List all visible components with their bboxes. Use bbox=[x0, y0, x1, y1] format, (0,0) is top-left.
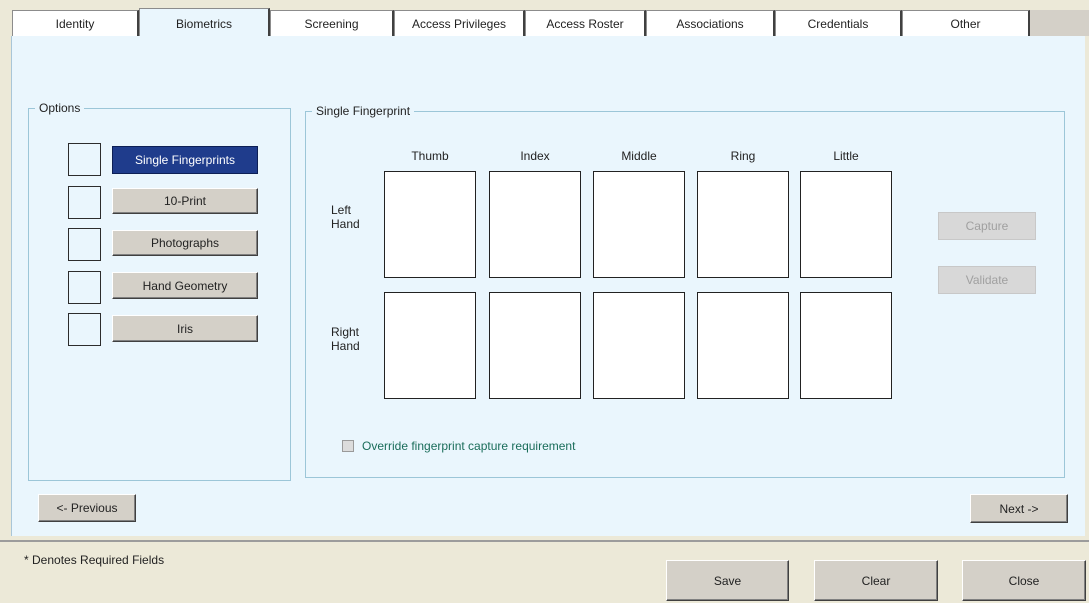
column-label-middle: Middle bbox=[621, 149, 657, 163]
tab-other[interactable]: Other bbox=[902, 10, 1030, 36]
column-label-ring: Ring bbox=[730, 149, 756, 163]
close-button[interactable]: Close bbox=[962, 560, 1086, 601]
override-checkbox[interactable] bbox=[342, 440, 354, 452]
tab-access-roster[interactable]: Access Roster bbox=[525, 10, 646, 36]
ten-print-button[interactable]: 10-Print bbox=[112, 188, 258, 214]
left-ring-fingerprint-box[interactable] bbox=[697, 171, 789, 278]
previous-button[interactable]: <- Previous bbox=[38, 494, 136, 522]
footer-divider bbox=[0, 540, 1089, 542]
tab-identity[interactable]: Identity bbox=[12, 10, 139, 36]
required-fields-note: * Denotes Required Fields bbox=[24, 553, 165, 567]
options-legend: Options bbox=[39, 101, 81, 115]
validate-button[interactable]: Validate bbox=[938, 266, 1036, 294]
column-label-thumb: Thumb bbox=[411, 149, 449, 163]
row-label-left-hand: Left Hand bbox=[331, 203, 360, 231]
left-middle-fingerprint-box[interactable] bbox=[593, 171, 685, 278]
option-status-box bbox=[68, 186, 101, 219]
single-fingerprints-button[interactable]: Single Fingerprints bbox=[112, 146, 258, 174]
tab-biometrics[interactable]: Biometrics bbox=[139, 8, 270, 38]
right-little-fingerprint-box[interactable] bbox=[800, 292, 892, 399]
column-label-index: Index bbox=[520, 149, 550, 163]
row-label-right-hand: Right Hand bbox=[331, 325, 360, 353]
tab-access-privileges[interactable]: Access Privileges bbox=[394, 10, 525, 36]
left-index-fingerprint-box[interactable] bbox=[489, 171, 581, 278]
iris-button[interactable]: Iris bbox=[112, 315, 258, 342]
option-status-box bbox=[68, 313, 101, 346]
override-checkbox-label[interactable]: Override fingerprint capture requirement bbox=[362, 439, 575, 453]
right-middle-fingerprint-box[interactable] bbox=[593, 292, 685, 399]
tab-screening[interactable]: Screening bbox=[270, 10, 394, 36]
save-button[interactable]: Save bbox=[666, 560, 789, 601]
option-status-box bbox=[68, 271, 101, 304]
column-label-little: Little bbox=[833, 149, 859, 163]
left-little-fingerprint-box[interactable] bbox=[800, 171, 892, 278]
tab-associations[interactable]: Associations bbox=[646, 10, 775, 36]
tab-credentials[interactable]: Credentials bbox=[775, 10, 902, 36]
capture-button[interactable]: Capture bbox=[938, 212, 1036, 240]
option-status-box bbox=[68, 143, 101, 176]
option-status-box bbox=[68, 228, 101, 261]
single-fingerprint-legend: Single Fingerprint bbox=[316, 104, 411, 118]
tab-strip-filler bbox=[1030, 10, 1089, 36]
left-thumb-fingerprint-box[interactable] bbox=[384, 171, 476, 278]
next-button[interactable]: Next -> bbox=[970, 494, 1068, 523]
photographs-button[interactable]: Photographs bbox=[112, 230, 258, 256]
right-thumb-fingerprint-box[interactable] bbox=[384, 292, 476, 399]
hand-geometry-button[interactable]: Hand Geometry bbox=[112, 272, 258, 299]
right-ring-fingerprint-box[interactable] bbox=[697, 292, 789, 399]
tab-strip: Identity Biometrics Screening Access Pri… bbox=[0, 0, 1089, 38]
clear-button[interactable]: Clear bbox=[814, 560, 938, 601]
right-index-fingerprint-box[interactable] bbox=[489, 292, 581, 399]
